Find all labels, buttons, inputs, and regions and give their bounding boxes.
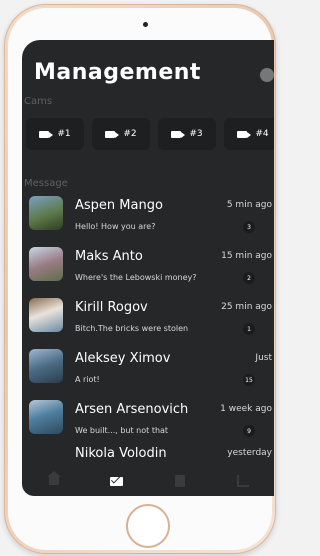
camera-dot	[143, 22, 148, 27]
video-camera-icon	[171, 130, 186, 138]
cam-button-4[interactable]: #4	[224, 118, 274, 150]
video-camera-icon	[39, 130, 54, 138]
unread-badge: 9	[243, 425, 255, 437]
message-time: 25 min ago	[221, 302, 272, 312]
contact-name: Nikola Volodin	[75, 446, 167, 461]
document-icon	[174, 475, 185, 487]
message-preview: A riot!	[75, 375, 100, 384]
mail-icon	[110, 476, 123, 486]
cam-label: #2	[123, 129, 137, 139]
avatar	[29, 349, 63, 383]
cam-button-1[interactable]: #1	[26, 118, 84, 150]
avatar	[29, 196, 63, 230]
message-row[interactable]: Maks Anto 15 min ago Where's the Lebowsk…	[22, 243, 274, 293]
unread-badge: 3	[243, 221, 255, 233]
home-icon	[46, 471, 61, 485]
page-title: Management	[34, 60, 201, 85]
cam-label: #3	[189, 129, 203, 139]
cams-list: #1 #2 #3 #4	[26, 118, 274, 150]
message-row[interactable]: Arsen Arsenovich 1 week ago We built...,…	[22, 396, 274, 446]
avatar	[29, 400, 63, 434]
tab-stats[interactable]	[211, 466, 274, 496]
contact-name: Aleksey Ximov	[75, 351, 171, 366]
message-preview: Where's the Lebowski money?	[75, 273, 197, 282]
tab-home[interactable]	[22, 466, 85, 496]
unread-badge: 1	[243, 323, 255, 335]
contact-name: Arsen Arsenovich	[75, 402, 189, 417]
video-camera-icon	[105, 130, 120, 138]
message-row[interactable]: Aspen Mango 5 min ago Hello! How you are…	[22, 192, 274, 242]
cam-button-3[interactable]: #3	[158, 118, 216, 150]
contact-name: Kirill Rogov	[75, 300, 148, 315]
home-button[interactable]	[126, 504, 170, 548]
message-time: 5 min ago	[226, 200, 272, 210]
unread-badge: 15	[243, 374, 255, 386]
cams-label: Cams	[24, 96, 53, 107]
unread-badge: 2	[243, 272, 255, 284]
message-time: yesterday	[227, 448, 272, 458]
cam-label: #1	[57, 129, 71, 139]
message-label: Message	[24, 178, 68, 189]
tab-documents[interactable]	[148, 466, 211, 496]
app-screen: Management Cams #1 #2 #3 #4 Message Aspe…	[22, 40, 274, 496]
stats-icon	[236, 475, 249, 487]
message-time: 1 week ago	[220, 404, 272, 414]
cam-button-2[interactable]: #2	[92, 118, 150, 150]
cam-label: #4	[255, 129, 269, 139]
avatar	[29, 298, 63, 332]
bottom-tab-bar	[22, 466, 274, 496]
profile-icon[interactable]	[260, 68, 274, 82]
message-preview: Bitch.The bricks were stolen	[75, 324, 189, 333]
tab-messages[interactable]	[85, 466, 148, 496]
message-preview: Hello! How you are?	[75, 222, 156, 231]
message-time: Just	[255, 353, 272, 363]
message-row[interactable]: Aleksey Ximov Just A riot! 15	[22, 345, 274, 395]
contact-name: Maks Anto	[75, 249, 143, 264]
contact-name: Aspen Mango	[75, 198, 163, 213]
video-camera-icon	[237, 130, 252, 138]
avatar	[29, 247, 63, 281]
message-time: 15 min ago	[221, 251, 272, 261]
message-preview: We built..., but not that	[75, 426, 169, 435]
message-row[interactable]: Kirill Rogov 25 min ago Bitch.The bricks…	[22, 294, 274, 344]
